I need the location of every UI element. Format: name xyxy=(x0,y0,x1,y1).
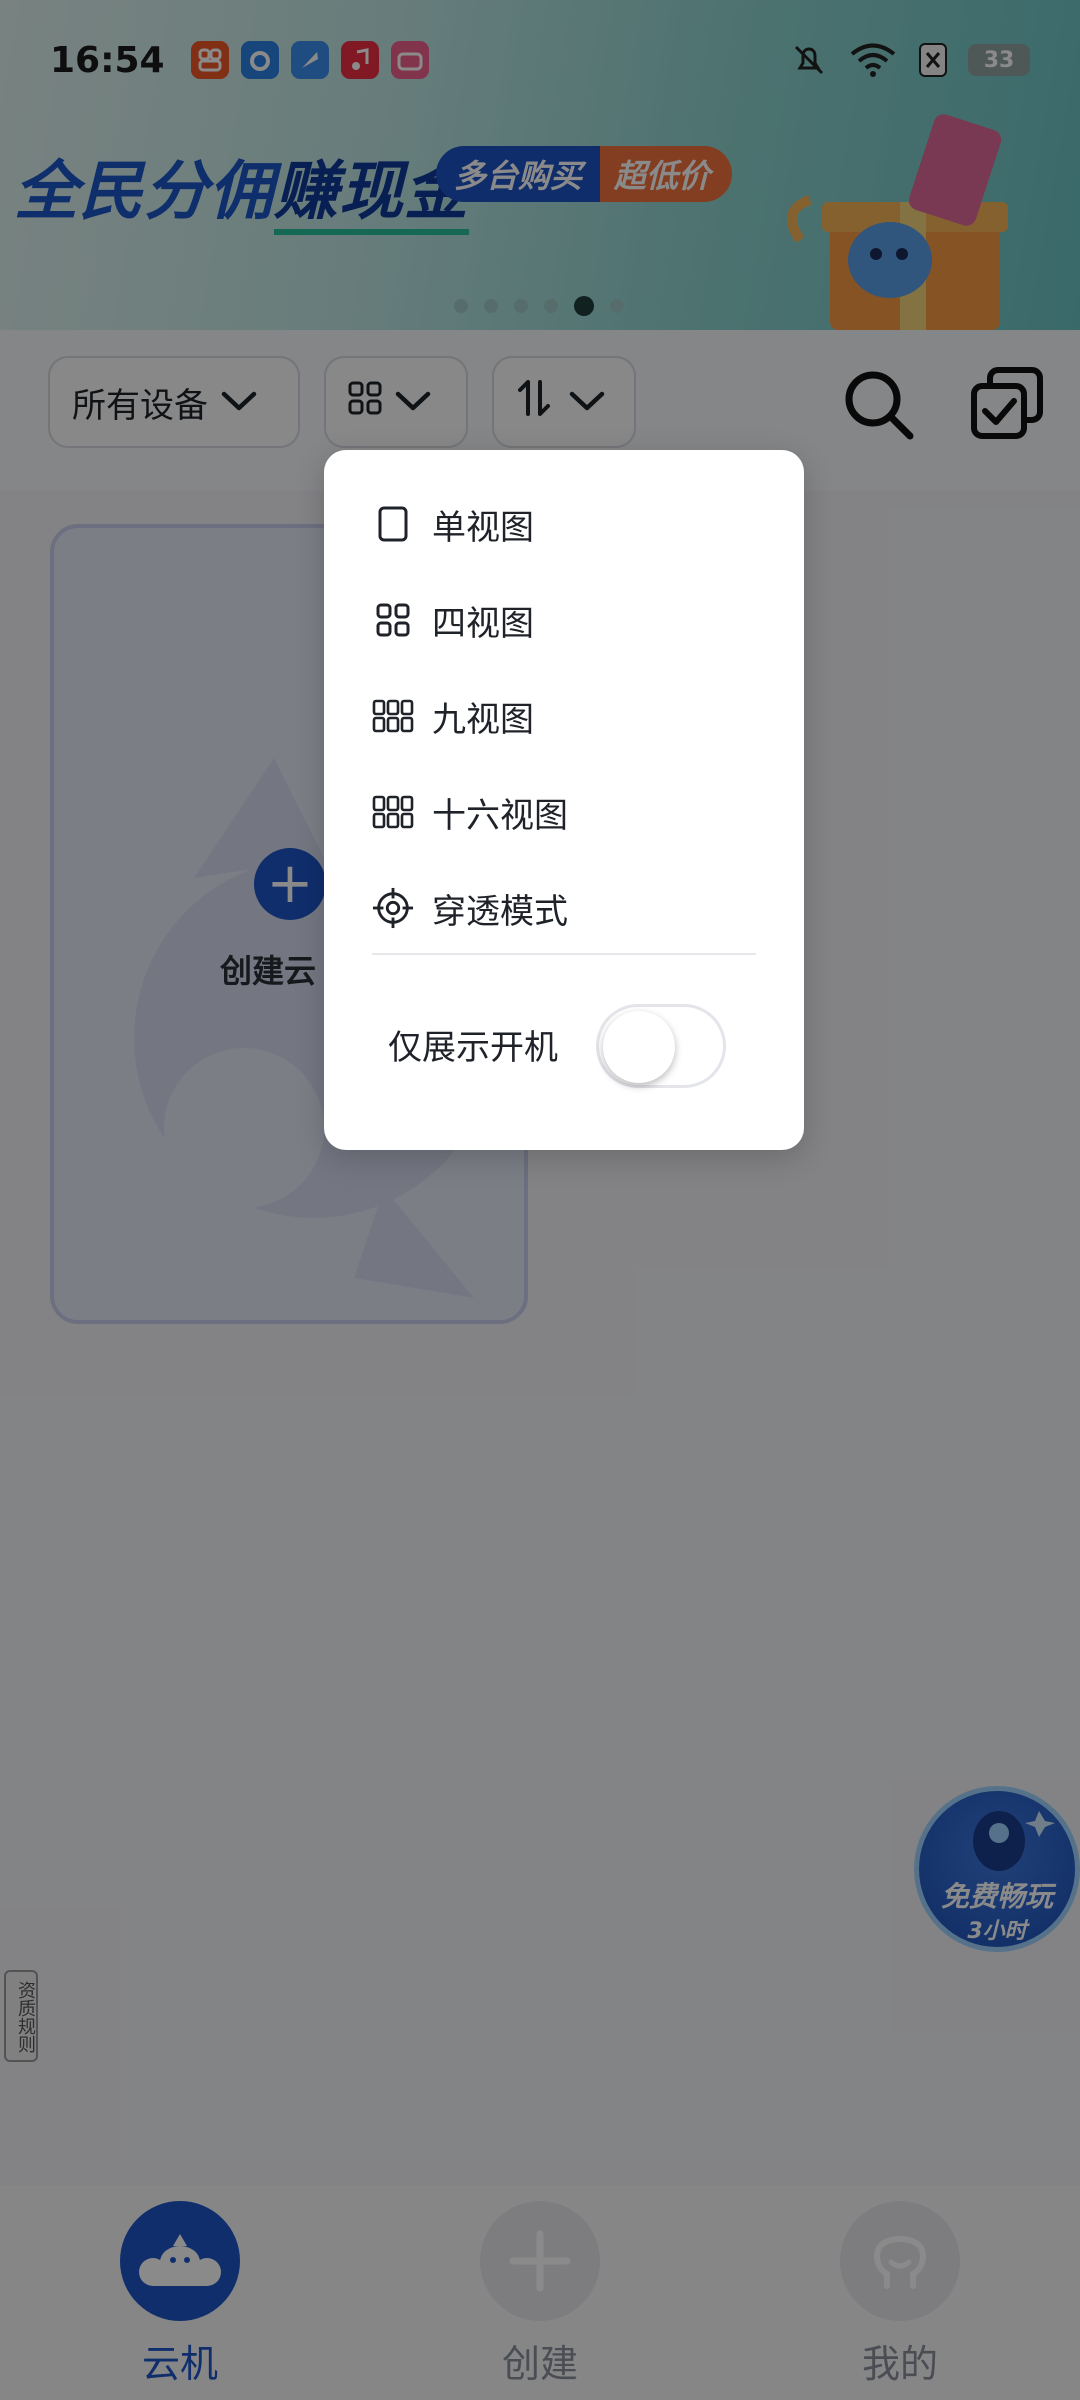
nine-view-icon xyxy=(372,695,414,737)
show-powered-on-only-toggle[interactable] xyxy=(596,1004,726,1088)
show-powered-on-only-label: 仅展示开机 xyxy=(388,1028,558,1068)
sixteen-view-icon xyxy=(372,791,414,833)
view-mode-menu: 单视图 四视图 九视图 十六视图 穿透模式 仅展示开机 xyxy=(324,450,804,1150)
menu-item-single-view[interactable]: 单视图 xyxy=(372,494,534,554)
menu-item-four-view[interactable]: 四视图 xyxy=(372,590,534,650)
menu-item-nine-view[interactable]: 九视图 xyxy=(372,686,534,746)
single-view-icon xyxy=(372,503,414,545)
four-view-icon xyxy=(372,599,414,641)
menu-item-label: 单视图 xyxy=(432,507,534,548)
menu-item-label: 十六视图 xyxy=(432,795,568,836)
menu-item-label: 穿透模式 xyxy=(432,891,568,932)
menu-item-label: 四视图 xyxy=(432,603,534,644)
toggle-knob xyxy=(603,1011,675,1083)
crosshair-icon xyxy=(372,887,414,929)
menu-item-penetration-mode[interactable]: 穿透模式 xyxy=(372,878,568,938)
menu-item-label: 九视图 xyxy=(432,699,534,740)
show-powered-on-only-row: 仅展示开机 xyxy=(388,1020,558,1069)
menu-item-sixteen-view[interactable]: 十六视图 xyxy=(372,782,568,842)
menu-divider xyxy=(372,953,756,955)
modal-backdrop[interactable] xyxy=(0,0,1080,2400)
